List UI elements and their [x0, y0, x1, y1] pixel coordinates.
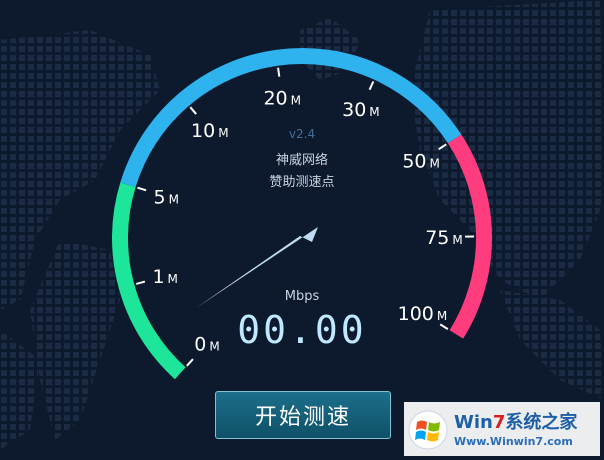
start-test-button[interactable]: 开始测速 [215, 391, 391, 439]
windows-flag-icon [408, 410, 448, 450]
sponsor-subtitle: 赞助测速点 [269, 175, 334, 190]
version-label: v2.4 [289, 127, 315, 141]
speed-readout: 00.00 [237, 308, 366, 352]
scale-tick-20 [277, 67, 281, 77]
watermark-logo: Win7系统之家 Www.Winwin7.com [404, 402, 600, 456]
speed-unit-label: Mbps [285, 289, 320, 304]
watermark-title: Win7系统之家 [454, 412, 578, 433]
watermark-site: Www.Winwin7.com [454, 435, 573, 448]
sponsor-name: 神威网络 [276, 152, 328, 168]
